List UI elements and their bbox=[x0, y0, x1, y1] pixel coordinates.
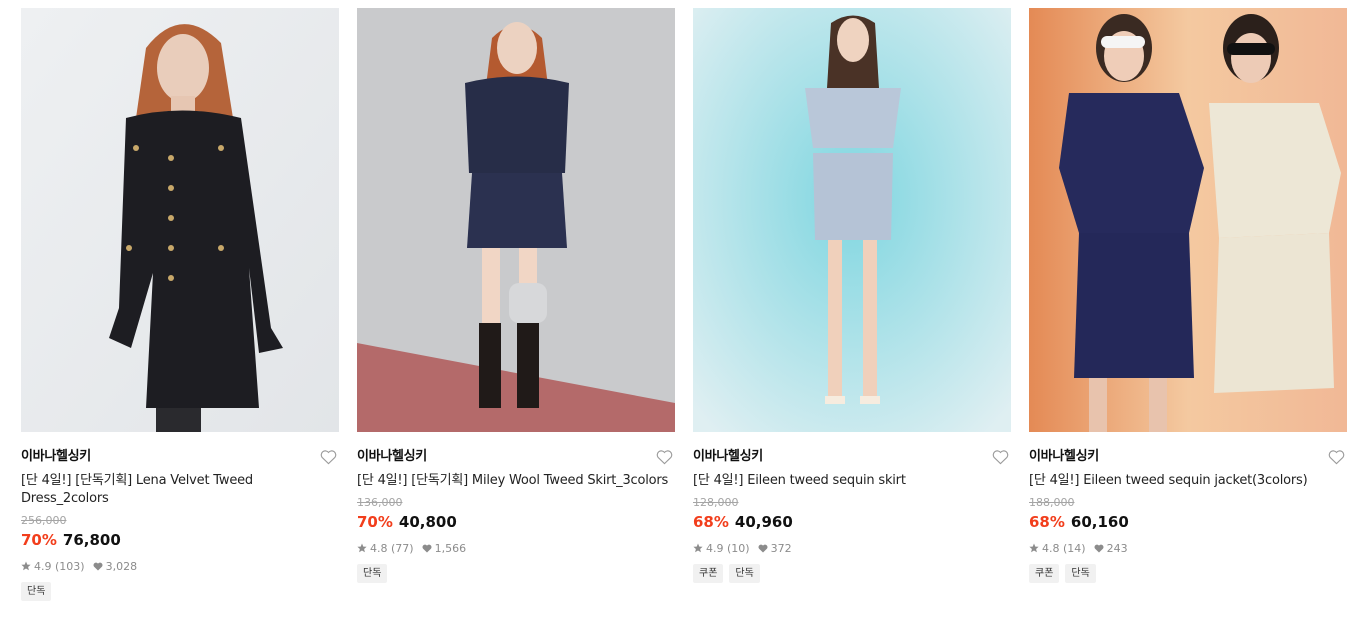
product-title[interactable]: [단 4일!] [단독기획] Miley Wool Tweed Skirt_3c… bbox=[357, 472, 675, 490]
like-count: 372 bbox=[770, 541, 792, 555]
brand-name[interactable]: 이바나헬싱키 bbox=[1029, 449, 1347, 465]
like-count: 1,566 bbox=[434, 541, 467, 555]
sale-price: 40,960 bbox=[734, 513, 793, 531]
star-icon bbox=[21, 561, 31, 571]
product-stats: 4.9 (103) 3,028 bbox=[21, 558, 339, 574]
product-image[interactable] bbox=[1029, 8, 1347, 432]
star-icon bbox=[357, 543, 367, 553]
discount-rate: 70% bbox=[357, 513, 393, 531]
rating-value: 4.8 bbox=[370, 541, 388, 555]
tag-list: 쿠폰 단독 bbox=[1029, 564, 1347, 583]
tag-exclusive: 단독 bbox=[21, 582, 52, 601]
sale-price: 40,800 bbox=[398, 513, 457, 531]
rating-value: 4.8 bbox=[1042, 541, 1060, 555]
product-image[interactable] bbox=[357, 8, 675, 432]
product-title[interactable]: [단 4일!] Eileen tweed sequin skirt bbox=[693, 472, 1011, 490]
tag-list: 단독 bbox=[21, 582, 339, 601]
review-count: (14) bbox=[1063, 541, 1086, 555]
original-price: 136,000 bbox=[357, 496, 403, 509]
original-price: 256,000 bbox=[21, 514, 67, 527]
product-image[interactable] bbox=[693, 8, 1011, 432]
sale-price: 60,160 bbox=[1070, 513, 1129, 531]
heart-outline-icon[interactable] bbox=[320, 449, 337, 465]
product-card[interactable]: 이바나헬싱키 [단 4일!] Eileen tweed sequin skirt… bbox=[693, 8, 1011, 583]
product-card[interactable]: 이바나헬싱키 [단 4일!] [단독기획] Lena Velvet Tweed … bbox=[21, 8, 339, 601]
tag-exclusive: 단독 bbox=[357, 564, 388, 583]
price-row: 68% 60,160 bbox=[1029, 512, 1347, 532]
product-card[interactable]: 이바나헬싱키 [단 4일!] [단독기획] Miley Wool Tweed S… bbox=[357, 8, 675, 583]
sale-price: 76,800 bbox=[62, 531, 121, 549]
rating-value: 4.9 bbox=[34, 559, 52, 573]
review-count: (103) bbox=[55, 559, 85, 573]
price-row: 70% 76,800 bbox=[21, 530, 339, 550]
like-count: 3,028 bbox=[105, 559, 138, 573]
original-price: 188,000 bbox=[1029, 496, 1075, 509]
tag-coupon: 쿠폰 bbox=[1029, 564, 1060, 583]
like-count: 243 bbox=[1106, 541, 1128, 555]
heart-outline-icon[interactable] bbox=[992, 449, 1009, 465]
heart-filled-icon bbox=[758, 544, 768, 552]
product-title[interactable]: [단 4일!] [단독기획] Lena Velvet Tweed Dress_2… bbox=[21, 472, 339, 508]
product-stats: 4.9 (10) 372 bbox=[693, 540, 1011, 556]
heart-outline-icon[interactable] bbox=[656, 449, 673, 465]
product-card[interactable]: 이바나헬싱키 [단 4일!] Eileen tweed sequin jacke… bbox=[1029, 8, 1347, 583]
heart-filled-icon bbox=[93, 562, 103, 570]
tag-list: 단독 bbox=[357, 564, 675, 583]
tag-exclusive: 단독 bbox=[729, 564, 760, 583]
heart-outline-icon[interactable] bbox=[1328, 449, 1345, 465]
product-grid: 이바나헬싱키 [단 4일!] [단독기획] Lena Velvet Tweed … bbox=[0, 0, 1354, 625]
tag-exclusive: 단독 bbox=[1065, 564, 1096, 583]
price-row: 68% 40,960 bbox=[693, 512, 1011, 532]
star-icon bbox=[1029, 543, 1039, 553]
review-count: (77) bbox=[391, 541, 414, 555]
discount-rate: 68% bbox=[1029, 513, 1065, 531]
discount-rate: 68% bbox=[693, 513, 729, 531]
product-stats: 4.8 (14) 243 bbox=[1029, 540, 1347, 556]
heart-filled-icon bbox=[422, 544, 432, 552]
brand-name[interactable]: 이바나헬싱키 bbox=[357, 449, 675, 465]
star-icon bbox=[693, 543, 703, 553]
tag-list: 쿠폰 단독 bbox=[693, 564, 1011, 583]
rating-value: 4.9 bbox=[706, 541, 724, 555]
product-stats: 4.8 (77) 1,566 bbox=[357, 540, 675, 556]
heart-filled-icon bbox=[1094, 544, 1104, 552]
product-image[interactable] bbox=[21, 8, 339, 432]
product-title[interactable]: [단 4일!] Eileen tweed sequin jacket(3colo… bbox=[1029, 472, 1347, 490]
price-row: 70% 40,800 bbox=[357, 512, 675, 532]
brand-name[interactable]: 이바나헬싱키 bbox=[21, 449, 339, 465]
review-count: (10) bbox=[727, 541, 750, 555]
original-price: 128,000 bbox=[693, 496, 739, 509]
tag-coupon: 쿠폰 bbox=[693, 564, 724, 583]
brand-name[interactable]: 이바나헬싱키 bbox=[693, 449, 1011, 465]
discount-rate: 70% bbox=[21, 531, 57, 549]
